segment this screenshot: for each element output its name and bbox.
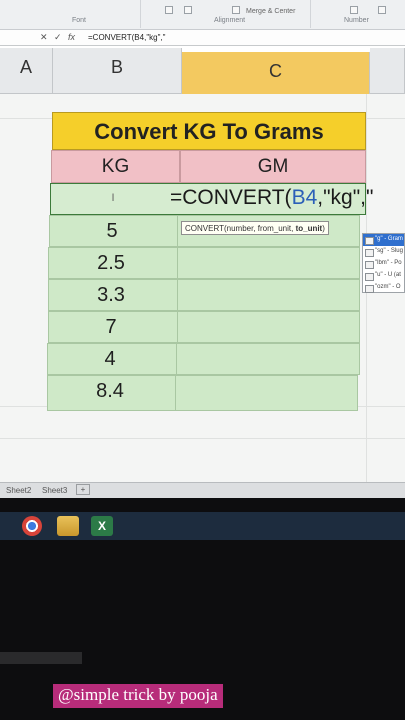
fx-icon[interactable]: fx — [68, 32, 75, 42]
formula-bar: ✕ ✓ fx =CONVERT(B4,"kg"," — [0, 30, 405, 46]
text-cursor-icon: I — [111, 192, 115, 204]
header-gm-cell[interactable]: GM — [180, 150, 366, 183]
header-kg-cell[interactable]: KG — [51, 150, 180, 183]
sheet-tab-sheet2[interactable]: Sheet2 — [2, 485, 35, 496]
sheet-tab-bar: Sheet2 Sheet3 + — [0, 482, 405, 498]
screen-glare — [0, 652, 82, 664]
header-gm: GM — [257, 156, 289, 177]
autocomplete-item[interactable]: "lbm" - Po — [363, 258, 404, 270]
number-group-label: Number — [344, 17, 369, 24]
chrome-icon[interactable] — [22, 516, 42, 536]
table-row[interactable]: 3.3 — [48, 279, 360, 311]
tooltip-current-arg: to_unit — [295, 224, 323, 233]
ribbon-divider — [310, 0, 311, 28]
new-sheet-icon[interactable]: + — [76, 484, 90, 495]
unit-autocomplete-list[interactable]: "g" - Gram "sg" - Slug "lbm" - Po "u" - … — [362, 233, 405, 293]
kg-value: 7 — [105, 316, 117, 338]
formula-input[interactable]: =CONVERT(B4,"kg"," — [88, 33, 166, 42]
number-format-button[interactable] — [350, 6, 358, 14]
table-row[interactable]: 2.5 — [48, 247, 360, 279]
ribbon: Font Alignment Number Merge & Center — [0, 0, 405, 30]
alignment-group-label: Alignment — [214, 17, 246, 24]
autocomplete-item[interactable]: "g" - Gram — [363, 234, 404, 246]
autocomplete-item[interactable]: "sg" - Slug — [363, 246, 404, 258]
table-title-cell[interactable]: Convert KG To Grams — [52, 112, 366, 150]
column-header-b[interactable]: B — [53, 48, 182, 94]
table-row[interactable]: 4 — [47, 343, 360, 375]
cell-reference: B4 — [291, 186, 318, 209]
header-kg: KG — [101, 156, 130, 177]
sheet-tab-sheet3[interactable]: Sheet3 — [38, 485, 71, 496]
decimal-button[interactable] — [378, 6, 386, 14]
autocomplete-item[interactable]: "ozm" - O — [363, 282, 404, 294]
font-group-label: Font — [72, 17, 87, 24]
excel-icon[interactable]: X — [91, 516, 113, 536]
kg-value: 2.5 — [97, 252, 125, 274]
table-title: Convert KG To Grams — [94, 119, 324, 144]
kg-value: 5 — [106, 220, 118, 242]
align-button[interactable] — [184, 6, 192, 14]
wrap-button[interactable] — [232, 6, 240, 14]
active-cell-formula[interactable]: =CONVERT(B4,"kg"," — [170, 186, 373, 210]
column-header-d[interactable] — [370, 48, 405, 94]
column-header-a[interactable]: A — [0, 48, 53, 94]
kg-value: 3.3 — [97, 284, 125, 306]
table-row[interactable]: 7 — [48, 311, 360, 343]
table-row[interactable]: 8.4 — [47, 375, 358, 411]
folder-icon[interactable] — [57, 516, 79, 536]
video-caption: @simple trick by pooja — [53, 684, 223, 708]
x-icon[interactable]: ✕ — [40, 32, 48, 43]
autocomplete-item[interactable]: "u" - U (at — [363, 270, 404, 282]
column-header-c[interactable]: C — [182, 52, 370, 96]
check-icon[interactable]: ✓ — [54, 32, 62, 43]
function-tooltip: CONVERT(number, from_unit, to_unit) — [181, 221, 329, 235]
ribbon-divider — [140, 0, 141, 28]
align-button[interactable] — [165, 6, 173, 14]
kg-value: 4 — [104, 348, 116, 370]
merge-center-button[interactable]: Merge & Center — [246, 8, 295, 15]
kg-value: 8.4 — [96, 380, 124, 402]
